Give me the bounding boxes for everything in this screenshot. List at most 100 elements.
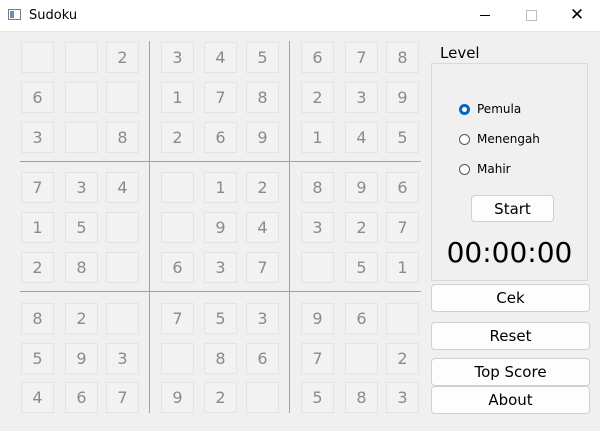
maximize-icon — [525, 10, 537, 21]
sudoku-cell[interactable]: 9 — [386, 82, 419, 113]
sudoku-cell[interactable]: 7 — [106, 382, 139, 413]
sudoku-cell[interactable]: 2 — [21, 252, 54, 283]
sudoku-cell[interactable]: 9 — [345, 172, 378, 203]
sudoku-cell[interactable]: 8 — [21, 303, 54, 334]
sudoku-cell[interactable]: 2 — [204, 382, 237, 413]
close-button[interactable]: ✕ — [554, 0, 600, 31]
sudoku-cell[interactable]: 6 — [21, 82, 54, 113]
sudoku-cell[interactable] — [301, 252, 334, 283]
sudoku-cell[interactable]: 4 — [106, 172, 139, 203]
sudoku-cell[interactable]: 9 — [161, 382, 194, 413]
sudoku-cell[interactable]: 6 — [65, 382, 98, 413]
sudoku-cell[interactable]: 8 — [246, 82, 279, 113]
sudoku-cell[interactable] — [386, 303, 419, 334]
sudoku-cell[interactable]: 7 — [386, 212, 419, 243]
sudoku-cell[interactable]: 3 — [345, 82, 378, 113]
sudoku-cell[interactable]: 4 — [345, 122, 378, 153]
sudoku-cell[interactable]: 9 — [65, 343, 98, 374]
sudoku-cell[interactable]: 4 — [204, 42, 237, 73]
sudoku-cell[interactable] — [65, 122, 98, 153]
sudoku-cell[interactable] — [65, 82, 98, 113]
sudoku-cell[interactable]: 2 — [161, 122, 194, 153]
sudoku-cell[interactable]: 3 — [301, 212, 334, 243]
sudoku-cell[interactable]: 4 — [246, 212, 279, 243]
sudoku-cell[interactable]: 3 — [106, 343, 139, 374]
level-radio-mahir[interactable]: Mahir — [459, 162, 511, 176]
sudoku-cell[interactable]: 2 — [106, 42, 139, 73]
sudoku-cell[interactable] — [65, 42, 98, 73]
sudoku-cell[interactable]: 7 — [21, 172, 54, 203]
sudoku-cell[interactable]: 7 — [161, 303, 194, 334]
sudoku-cell[interactable]: 1 — [386, 252, 419, 283]
sudoku-cell[interactable]: 7 — [345, 42, 378, 73]
sudoku-cell[interactable]: 5 — [246, 42, 279, 73]
minimize-icon — [480, 15, 490, 16]
sudoku-cell[interactable]: 8 — [65, 252, 98, 283]
sudoku-cell[interactable] — [106, 252, 139, 283]
level-radio-menengah[interactable]: Menengah — [459, 132, 540, 146]
sudoku-cell[interactable] — [21, 42, 54, 73]
sudoku-cell[interactable]: 3 — [204, 252, 237, 283]
sudoku-cell[interactable]: 5 — [386, 122, 419, 153]
level-label: Level — [440, 44, 480, 62]
sudoku-cell[interactable]: 9 — [204, 212, 237, 243]
sudoku-cell[interactable]: 8 — [106, 122, 139, 153]
sudoku-cell[interactable]: 3 — [386, 382, 419, 413]
sudoku-cell[interactable]: 8 — [345, 382, 378, 413]
sudoku-cell[interactable]: 9 — [301, 303, 334, 334]
sudoku-cell[interactable]: 5 — [345, 252, 378, 283]
sudoku-cell[interactable]: 4 — [21, 382, 54, 413]
sudoku-cell[interactable]: 8 — [301, 172, 334, 203]
sudoku-cell[interactable] — [345, 343, 378, 374]
sudoku-cell[interactable]: 5 — [21, 343, 54, 374]
start-button[interactable]: Start — [471, 195, 554, 222]
sudoku-cell[interactable]: 8 — [204, 343, 237, 374]
reset-button[interactable]: Reset — [431, 322, 590, 350]
sudoku-cell[interactable]: 1 — [204, 172, 237, 203]
sudoku-cell[interactable]: 3 — [246, 303, 279, 334]
sudoku-cell[interactable]: 5 — [301, 382, 334, 413]
sudoku-cell[interactable]: 7 — [246, 252, 279, 283]
timer-display: 00:00:00 — [446, 236, 573, 269]
sudoku-cell[interactable]: 1 — [21, 212, 54, 243]
sudoku-cell[interactable] — [106, 82, 139, 113]
sudoku-cell[interactable]: 8 — [386, 42, 419, 73]
sudoku-cell[interactable]: 5 — [204, 303, 237, 334]
maximize-button[interactable] — [508, 0, 554, 31]
sudoku-cell[interactable]: 2 — [345, 212, 378, 243]
radio-label: Menengah — [477, 132, 540, 146]
sudoku-cell[interactable]: 6 — [345, 303, 378, 334]
sudoku-cell[interactable] — [161, 343, 194, 374]
sudoku-cell[interactable]: 6 — [246, 343, 279, 374]
sudoku-cell[interactable]: 3 — [21, 122, 54, 153]
close-icon: ✕ — [569, 5, 585, 25]
sudoku-cell[interactable]: 1 — [301, 122, 334, 153]
sudoku-cell[interactable]: 5 — [65, 212, 98, 243]
minimize-button[interactable] — [462, 0, 508, 31]
board-divider-vertical-2 — [289, 41, 290, 413]
sudoku-cell[interactable]: 7 — [301, 343, 334, 374]
top-score-button[interactable]: Top Score — [431, 358, 590, 386]
sudoku-cell[interactable]: 2 — [386, 343, 419, 374]
sudoku-cell[interactable]: 6 — [204, 122, 237, 153]
board-divider-horizontal-2 — [20, 291, 421, 292]
sudoku-cell[interactable] — [161, 172, 194, 203]
about-button[interactable]: About — [431, 386, 590, 414]
sudoku-cell[interactable] — [106, 303, 139, 334]
sudoku-cell[interactable]: 9 — [246, 122, 279, 153]
sudoku-cell[interactable] — [161, 212, 194, 243]
sudoku-cell[interactable] — [106, 212, 139, 243]
sudoku-cell[interactable]: 7 — [204, 82, 237, 113]
sudoku-cell[interactable]: 6 — [301, 42, 334, 73]
sudoku-cell[interactable]: 2 — [246, 172, 279, 203]
sudoku-cell[interactable] — [246, 382, 279, 413]
sudoku-cell[interactable]: 1 — [161, 82, 194, 113]
sudoku-cell[interactable]: 2 — [301, 82, 334, 113]
sudoku-cell[interactable]: 6 — [386, 172, 419, 203]
cek-button[interactable]: Cek — [431, 284, 590, 312]
sudoku-cell[interactable]: 3 — [161, 42, 194, 73]
sudoku-cell[interactable]: 6 — [161, 252, 194, 283]
sudoku-cell[interactable]: 3 — [65, 172, 98, 203]
sudoku-cell[interactable]: 2 — [65, 303, 98, 334]
level-radio-pemula[interactable]: Pemula — [459, 102, 521, 116]
